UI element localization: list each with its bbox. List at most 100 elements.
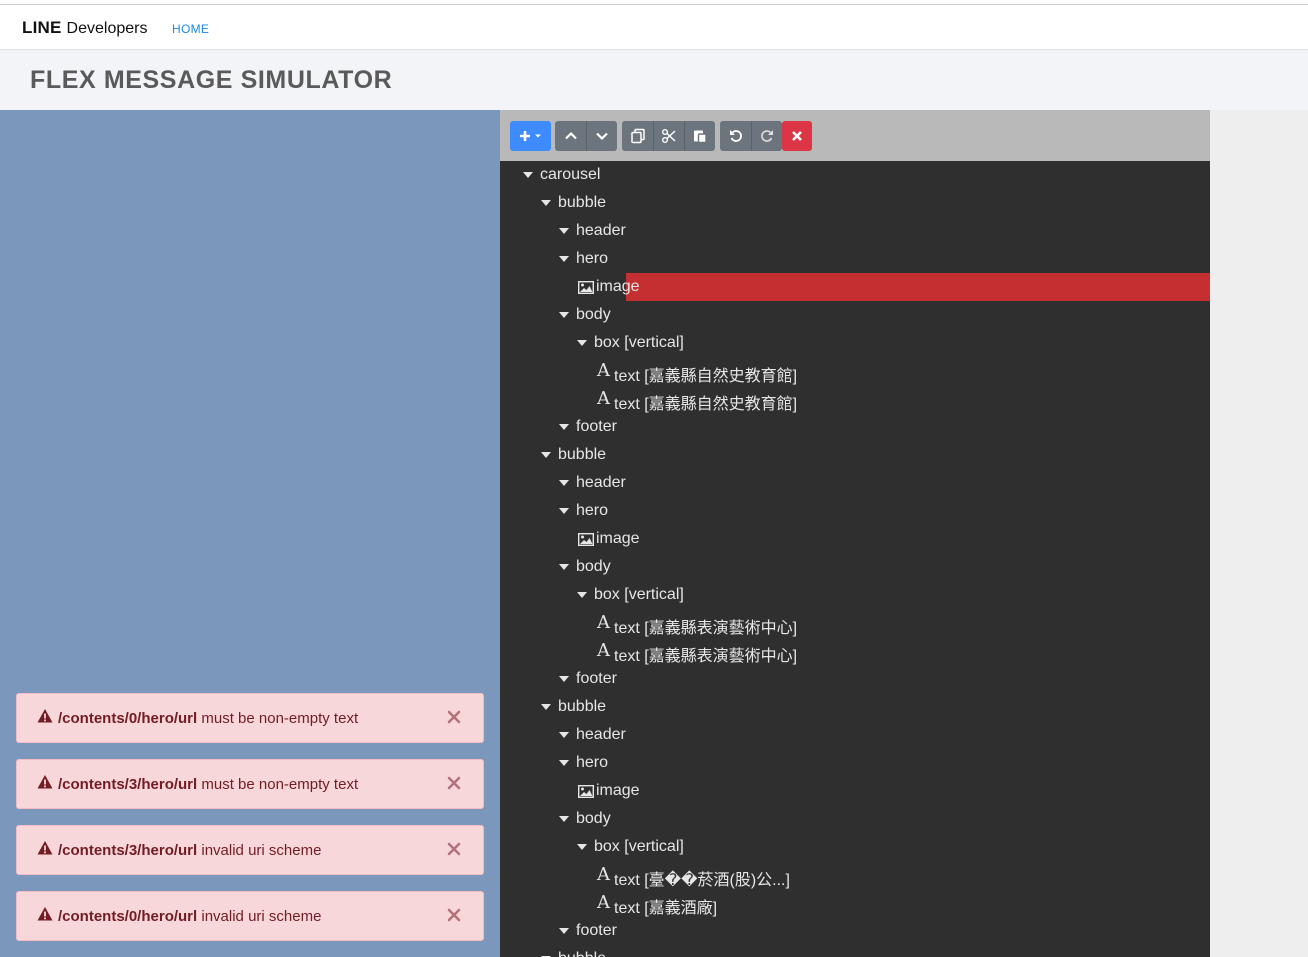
alert-path: /contents/0/hero/url: [58, 908, 198, 925]
text-type-icon: A: [597, 360, 610, 381]
caret-down-icon[interactable]: [559, 676, 569, 682]
tree-node-node[interactable]: footer: [500, 665, 1210, 693]
alert-message: /contents/3/hero/url must be non-empty t…: [58, 776, 358, 793]
redo-icon: [761, 130, 773, 142]
tree-node-node[interactable]: hero: [500, 497, 1210, 525]
close-icon[interactable]: [445, 906, 463, 924]
error-alert: /contents/3/hero/url must be non-empty t…: [16, 759, 484, 809]
tree-node-label: box [vertical]: [594, 586, 684, 603]
tree-node-label: box [vertical]: [594, 838, 684, 855]
text-type-icon: A: [597, 892, 610, 913]
plus-icon: [519, 131, 541, 141]
close-icon[interactable]: [445, 840, 463, 858]
undo-icon: [729, 130, 742, 142]
home-link[interactable]: HOME: [172, 22, 209, 36]
redo-button[interactable]: [751, 121, 782, 151]
caret-down-icon[interactable]: [559, 424, 569, 430]
caret-down-icon[interactable]: [559, 564, 569, 570]
tree-node-node[interactable]: bubble: [500, 693, 1210, 721]
caret-down-icon[interactable]: [559, 816, 569, 822]
tree-node-label: text [嘉義縣自然史教育館]: [614, 396, 798, 413]
delete-button[interactable]: [782, 121, 812, 151]
tree-node-node[interactable]: footer: [500, 917, 1210, 945]
tree-node-text[interactable]: Atext [嘉義縣自然史教育館]: [500, 357, 1210, 385]
tree-node-text[interactable]: Atext [嘉義縣表演藝術中心]: [500, 637, 1210, 665]
tree-node-text[interactable]: Atext [臺��菸酒(股)公...]: [500, 861, 1210, 889]
add-component-button[interactable]: [510, 121, 551, 151]
top-nav: LINE Developers HOME: [0, 4, 1308, 50]
caret-down-icon[interactable]: [559, 480, 569, 486]
tree-node-node[interactable]: header: [500, 217, 1210, 245]
tree-node-label: footer: [576, 922, 617, 939]
caret-down-icon[interactable]: [559, 760, 569, 766]
tree-node-label: header: [576, 726, 626, 743]
tree-node-label: carousel: [540, 166, 601, 183]
tree-node-label: hero: [576, 250, 609, 267]
title-bar: FLEX MESSAGE SIMULATOR: [0, 50, 1308, 110]
tree-node-image[interactable]: image: [500, 525, 1210, 553]
caret-down-icon[interactable]: [523, 172, 533, 178]
warning-icon: [37, 841, 53, 855]
brand-line: LINE: [22, 18, 62, 37]
caret-down-icon[interactable]: [577, 340, 587, 346]
tree-node-image[interactable]: image: [500, 777, 1210, 805]
alert-message: /contents/3/hero/url invalid uri scheme: [58, 842, 321, 859]
close-icon[interactable]: [445, 774, 463, 792]
brand-developers: Developers: [66, 20, 148, 37]
tree-node-node[interactable]: box [vertical]: [500, 581, 1210, 609]
chevron-up-icon: [564, 131, 577, 140]
tree-node-node[interactable]: body: [500, 553, 1210, 581]
tree-node-text[interactable]: Atext [嘉義縣表演藝術中心]: [500, 609, 1210, 637]
tree-node-label: body: [576, 306, 611, 323]
caret-down-icon[interactable]: [559, 928, 569, 934]
close-icon[interactable]: [445, 708, 463, 726]
tree-node-node[interactable]: box [vertical]: [500, 329, 1210, 357]
alert-path: /contents/3/hero/url: [58, 842, 198, 859]
copy-button[interactable]: [622, 121, 653, 151]
caret-down-icon[interactable]: [559, 508, 569, 514]
tree-node-label: header: [576, 222, 626, 239]
tree-node-label: body: [576, 558, 611, 575]
caret-down-icon[interactable]: [559, 228, 569, 234]
brand-logo[interactable]: LINE Developers: [22, 18, 147, 38]
paste-button[interactable]: [684, 121, 715, 151]
error-alert: /contents/0/hero/url must be non-empty t…: [16, 693, 484, 743]
caret-down-icon[interactable]: [577, 844, 587, 850]
tree-node-node[interactable]: bubble: [500, 441, 1210, 469]
tree-node-node[interactable]: header: [500, 469, 1210, 497]
tree-editor: carousel bubble header hero image body box [ve…: [500, 110, 1210, 957]
tree-node-text[interactable]: Atext [嘉義酒廠]: [500, 889, 1210, 917]
tree-node-node[interactable]: hero: [500, 245, 1210, 273]
caret-down-icon[interactable]: [541, 704, 551, 710]
caret-down-icon[interactable]: [541, 452, 551, 458]
tree-node-label: bubble: [558, 446, 607, 463]
caret-down-icon[interactable]: [559, 312, 569, 318]
tree-node-label: box [vertical]: [594, 334, 684, 351]
tree-node-node[interactable]: footer: [500, 413, 1210, 441]
tree-node-node[interactable]: bubble: [500, 945, 1210, 957]
tree-node-node[interactable]: body: [500, 805, 1210, 833]
move-up-button[interactable]: [555, 121, 586, 151]
tree-node-node[interactable]: carousel: [500, 161, 1210, 189]
caret-down-icon[interactable]: [541, 200, 551, 206]
caret-down-icon[interactable]: [559, 732, 569, 738]
tree-node-node[interactable]: hero: [500, 749, 1210, 777]
tree-node-node[interactable]: header: [500, 721, 1210, 749]
alert-path: /contents/0/hero/url: [58, 710, 198, 727]
tree-node-node[interactable]: body: [500, 301, 1210, 329]
move-down-button[interactable]: [586, 121, 617, 151]
caret-down-icon[interactable]: [577, 592, 587, 598]
cut-button[interactable]: [653, 121, 684, 151]
tree-node-text[interactable]: Atext [嘉義縣自然史教育館]: [500, 385, 1210, 413]
right-gutter: [1210, 110, 1308, 957]
undo-button[interactable]: [720, 121, 751, 151]
tree-node-node[interactable]: box [vertical]: [500, 833, 1210, 861]
tree-node-label: footer: [576, 670, 617, 687]
alert-path: /contents/3/hero/url: [58, 776, 198, 793]
text-type-icon: A: [597, 864, 610, 885]
scissors-icon: [662, 129, 676, 143]
tree-node-node[interactable]: bubble: [500, 189, 1210, 217]
caret-down-icon[interactable]: [559, 256, 569, 262]
close-icon: [792, 131, 802, 141]
tree-node-image[interactable]: image: [500, 273, 1210, 301]
